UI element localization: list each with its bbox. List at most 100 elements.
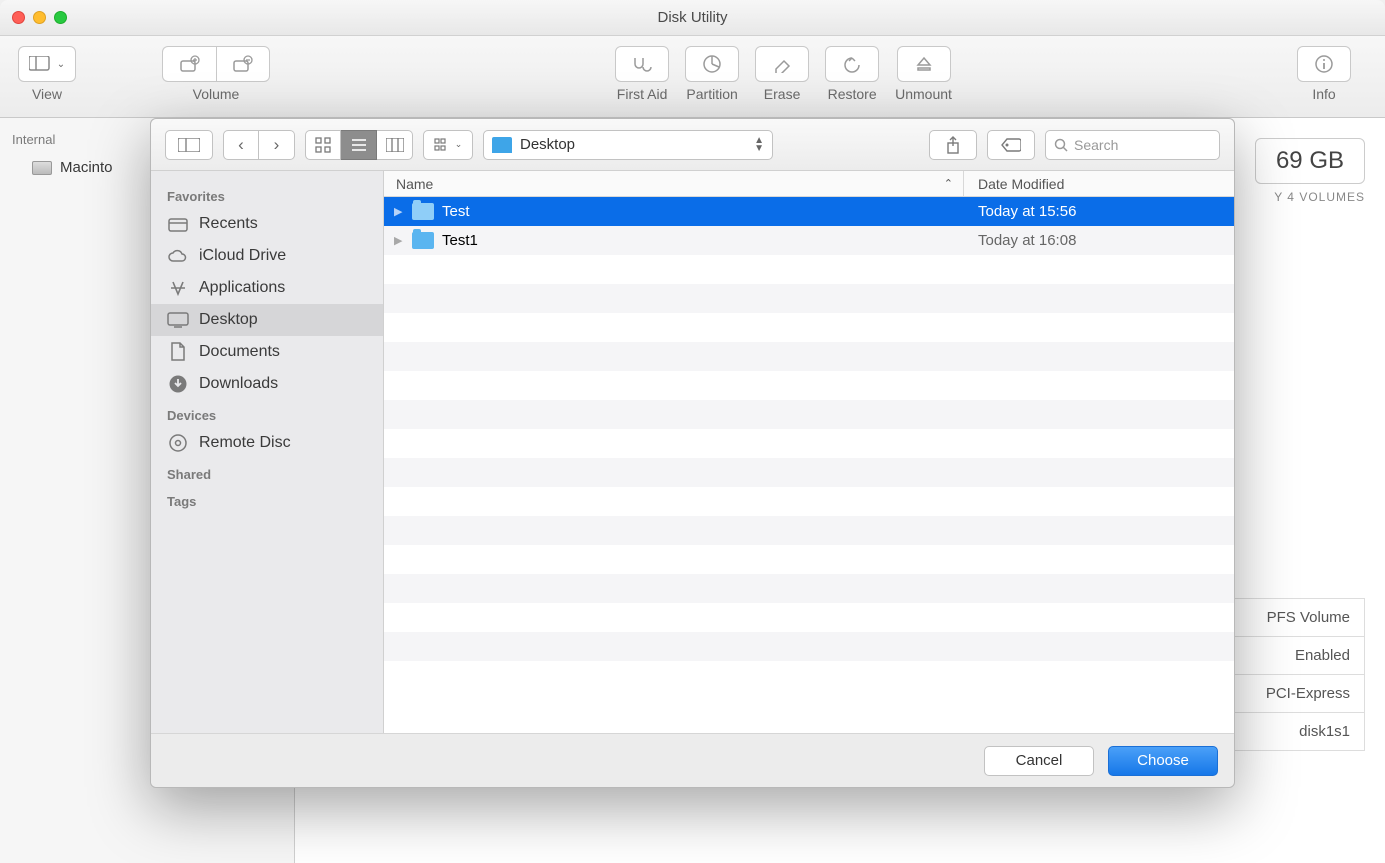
sidebar-item-downloads[interactable]: Downloads [151,368,383,400]
column-name[interactable]: Name ⌃ [384,171,964,196]
shared-header: Shared [151,459,383,486]
sheet-body: Favorites Recents iCloud Drive Applicati… [151,171,1234,733]
disk-icon [32,161,52,175]
first-aid-button[interactable] [615,46,669,82]
list-icon [351,138,367,152]
disk-name: Macinto [60,159,113,176]
columns-icon [386,138,404,152]
main-toolbar: ⌄ View Volume First Aid Partition [0,36,1385,118]
volume-label: Volume [193,86,240,102]
file-date: Today at 15:56 [964,203,1234,220]
sidebar-item-label: Documents [199,343,280,361]
applications-icon [167,279,189,297]
minimize-window-button[interactable] [33,11,46,24]
sheet-sidebar: Favorites Recents iCloud Drive Applicati… [151,171,384,733]
sidebar-item-label: Applications [199,279,285,297]
volume-plus-icon [179,55,201,73]
disc-icon [167,434,189,452]
erase-label: Erase [764,86,801,102]
file-name: Test1 [442,232,478,249]
cloud-icon [167,247,189,265]
unmount-label: Unmount [895,86,952,102]
sidebar-item-desktop[interactable]: Desktop [151,304,383,336]
erase-button[interactable] [755,46,809,82]
chevron-down-icon: ⌄ [455,139,463,150]
view-icon-button[interactable] [305,130,341,160]
disk-size: 69 GB [1255,138,1365,184]
titlebar: Disk Utility [0,0,1385,36]
tag-icon [1001,138,1021,152]
search-field[interactable]: Search [1045,130,1220,160]
folder-icon [412,232,434,249]
file-chooser-sheet: ‹ › ⌄ Desktop ▲▼ Search [150,118,1235,788]
chevron-left-icon: ‹ [238,135,244,155]
column-date-modified[interactable]: Date Modified [964,171,1234,196]
sidebar-item-label: Desktop [199,311,258,329]
file-date: Today at 16:08 [964,232,1234,249]
sidebar-item-recents[interactable]: Recents [151,208,383,240]
group-icon [434,138,452,152]
eraser-icon [772,55,792,73]
folder-icon [412,203,434,220]
view-label: View [32,86,62,102]
grid-icon [315,137,331,153]
tags-header: Tags [151,486,383,513]
sheet-toolbar: ‹ › ⌄ Desktop ▲▼ Search [151,119,1234,171]
share-icon [946,136,960,154]
back-button[interactable]: ‹ [223,130,259,160]
sidebar-item-icloud[interactable]: iCloud Drive [151,240,383,272]
info-label: Info [1312,86,1335,102]
sidebar-item-documents[interactable]: Documents [151,336,383,368]
recents-icon [167,215,189,233]
cancel-button[interactable]: Cancel [984,746,1094,776]
path-popup[interactable]: Desktop ▲▼ [483,130,773,160]
partition-button[interactable] [685,46,739,82]
choose-button[interactable]: Choose [1108,746,1218,776]
unmount-button[interactable] [897,46,951,82]
disclosure-triangle-icon[interactable]: ▶ [394,205,404,218]
traffic-lights [12,11,67,24]
sort-ascending-icon: ⌃ [944,177,953,190]
file-name: Test [442,203,470,220]
disclosure-triangle-icon[interactable]: ▶ [394,234,404,247]
volume-add-button[interactable] [162,46,216,82]
group-by-button[interactable]: ⌄ [423,130,473,160]
partition-label: Partition [686,86,737,102]
file-list[interactable]: ▶ Test Today at 15:56 ▶ Test1 Today at 1… [384,197,1234,733]
sidebar-item-label: Downloads [199,375,278,393]
view-column-button[interactable] [377,130,413,160]
downloads-icon [167,375,189,393]
view-list-button[interactable] [341,130,377,160]
view-button[interactable]: ⌄ [18,46,76,82]
updown-icon: ▲▼ [754,137,764,153]
file-row[interactable]: ▶ Test1 Today at 16:08 [384,226,1234,255]
zoom-window-button[interactable] [54,11,67,24]
pie-icon [702,54,722,74]
stethoscope-icon [630,55,654,73]
file-row[interactable]: ▶ Test Today at 15:56 [384,197,1234,226]
file-list-header: Name ⌃ Date Modified [384,171,1234,197]
volume-remove-button[interactable] [216,46,270,82]
volume-minus-icon [232,55,254,73]
window-title: Disk Utility [0,9,1385,26]
share-button[interactable] [929,130,977,160]
path-label: Desktop [520,136,575,153]
sidebar-item-remote-disc[interactable]: Remote Disc [151,427,383,459]
eject-icon [915,55,933,73]
sidebar-item-label: Recents [199,215,258,233]
sidebar-item-label: Remote Disc [199,434,291,452]
search-icon [1054,138,1068,152]
restore-icon [842,55,862,73]
restore-button[interactable] [825,46,879,82]
disk-utility-window: Disk Utility ⌄ View Volume [0,0,1385,863]
search-placeholder: Search [1074,137,1118,153]
info-button[interactable] [1297,46,1351,82]
sidebar-item-applications[interactable]: Applications [151,272,383,304]
favorites-header: Favorites [151,181,383,208]
close-window-button[interactable] [12,11,25,24]
toggle-sidebar-button[interactable] [165,130,213,160]
folder-icon [492,137,512,153]
desktop-icon [167,311,189,329]
forward-button[interactable]: › [259,130,295,160]
tags-button[interactable] [987,130,1035,160]
